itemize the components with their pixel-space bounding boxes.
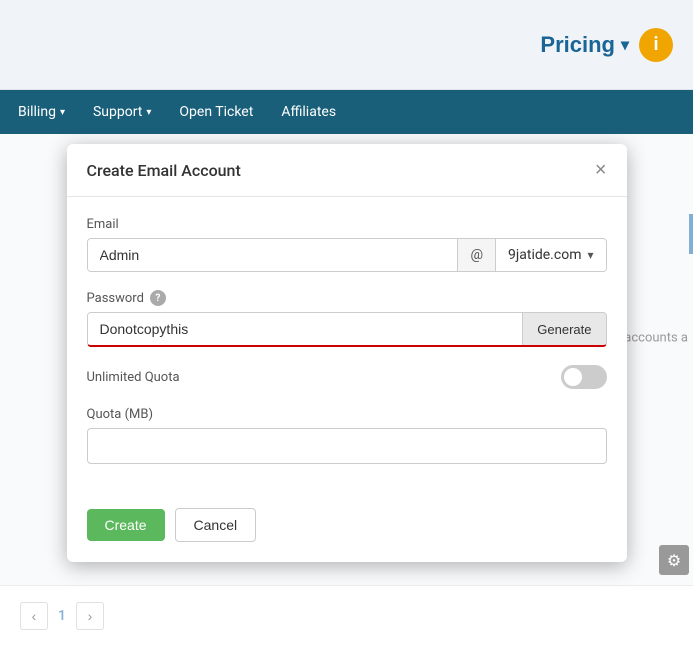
affiliates-label: Affiliates: [281, 104, 336, 120]
quota-mb-form-group: Quota (MB): [87, 407, 607, 464]
modal-footer: Create Cancel: [67, 492, 627, 562]
password-label-row: Password ?: [87, 290, 607, 306]
modal-title: Create Email Account: [87, 161, 241, 180]
unlimited-quota-toggle[interactable]: [561, 365, 607, 389]
generate-button[interactable]: Generate: [522, 313, 605, 345]
nav-bar: Billing ▾ Support ▾ Open Ticket Affiliat…: [0, 90, 693, 134]
domain-select[interactable]: 9jatide.com ▾: [496, 239, 605, 271]
domain-chevron-icon: ▾: [587, 248, 593, 262]
unlimited-quota-label: Unlimited Quota: [87, 370, 180, 385]
support-label: Support: [93, 104, 142, 120]
sidebar-item-billing[interactable]: Billing ▾: [10, 90, 79, 134]
modal-header: Create Email Account ×: [67, 144, 627, 197]
password-input[interactable]: [88, 313, 523, 345]
create-button[interactable]: Create: [87, 509, 165, 541]
pricing-button[interactable]: Pricing ▾: [540, 32, 629, 58]
modal-close-button[interactable]: ×: [595, 160, 607, 180]
quota-mb-label: Quota (MB): [87, 407, 607, 422]
at-symbol: @: [457, 239, 496, 271]
modal-body: Email @ 9jatide.com ▾ Password ?: [67, 197, 627, 492]
create-email-modal: Create Email Account × Email @ 9jatide.c…: [67, 144, 627, 562]
domain-value: 9jatide.com: [508, 247, 581, 263]
sidebar-item-open-ticket[interactable]: Open Ticket: [165, 90, 267, 134]
email-label: Email: [87, 217, 607, 232]
billing-label: Billing: [18, 104, 56, 120]
open-ticket-label: Open Ticket: [179, 104, 253, 120]
password-input-group: Generate: [87, 312, 607, 347]
unlimited-quota-row: Unlimited Quota: [87, 365, 607, 389]
toggle-slider: [561, 365, 607, 389]
sidebar-item-affiliates[interactable]: Affiliates: [267, 90, 350, 134]
password-form-group: Password ? Generate: [87, 290, 607, 347]
email-form-group: Email @ 9jatide.com ▾: [87, 217, 607, 272]
password-label: Password: [87, 291, 144, 306]
main-content: ail accounts a ⚙ ‹ 1 › Create Email Acco…: [0, 134, 693, 645]
cancel-button[interactable]: Cancel: [175, 508, 257, 542]
support-chevron-icon: ▾: [146, 107, 151, 118]
help-icon[interactable]: ?: [150, 290, 166, 306]
pricing-label: Pricing: [540, 32, 615, 58]
email-input[interactable]: [88, 239, 458, 271]
billing-chevron-icon: ▾: [60, 107, 65, 118]
quota-mb-input[interactable]: [87, 428, 607, 464]
info-icon[interactable]: i: [639, 28, 673, 62]
modal-backdrop: Create Email Account × Email @ 9jatide.c…: [0, 134, 693, 645]
pricing-chevron-icon: ▾: [621, 35, 629, 55]
top-bar: Pricing ▾ i: [0, 0, 693, 90]
sidebar-item-support[interactable]: Support ▾: [79, 90, 165, 134]
email-input-group: @ 9jatide.com ▾: [87, 238, 607, 272]
